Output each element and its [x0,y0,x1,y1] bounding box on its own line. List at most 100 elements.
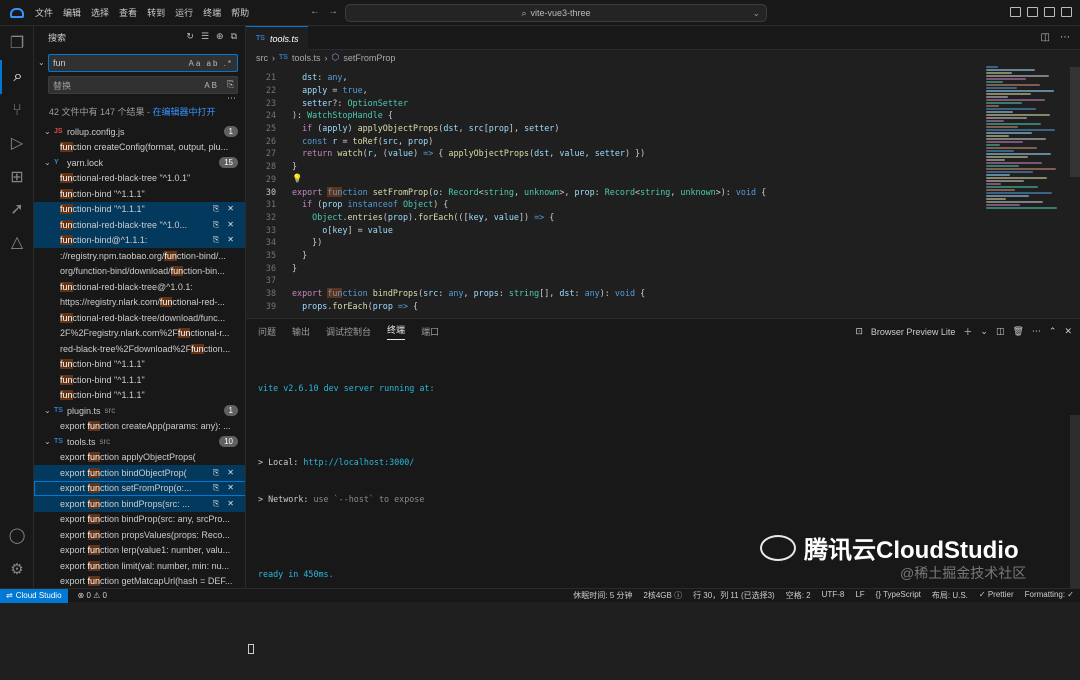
status-item[interactable]: 行 30，列 11 (已选择3) [693,590,775,601]
result-match[interactable]: export function applyObjectProps( [34,450,245,466]
kill-terminal-icon[interactable]: 🗑 [1012,326,1023,337]
chevron-down-icon[interactable]: ⌄ [44,437,54,446]
result-match[interactable]: export function getMatcapUrl(hash = DEF.… [34,574,245,589]
replace-icon[interactable]: ⎘ [213,220,219,230]
new-terminal-icon[interactable]: ＋ [963,325,972,338]
result-match[interactable]: function-bind "^1.1.1" ⎘ ✕ [34,201,245,217]
maximize-panel-icon[interactable]: ⌃ [1049,326,1057,337]
status-item[interactable]: 空格: 2 [786,590,811,601]
result-file[interactable]: ⌄ Yyarn.lock 15 [34,155,245,171]
replace-icon[interactable]: ⎘ [213,468,219,478]
split-editor-icon[interactable]: ◫ [1041,32,1050,43]
terminal-output[interactable]: vite v2.6.10 dev server running at: > Lo… [248,357,435,680]
close-panel-icon[interactable]: ✕ [1064,326,1072,337]
result-match[interactable]: function-bind "^1.1.1" [34,388,245,404]
replace-icon[interactable]: ⎘ [213,235,219,245]
result-file[interactable]: ⌄ TS tools.ts src 10 [34,434,245,450]
panel-scrollbar[interactable] [1070,415,1080,591]
result-match[interactable]: https://registry.nlark.com/functional-re… [34,295,245,311]
remote-indicator[interactable]: ⇌ Cloud Studio [0,588,68,603]
chevron-down-icon[interactable]: ⌄ [980,326,988,337]
result-match[interactable]: export function lerp(value1: number, val… [34,543,245,559]
split-terminal-icon[interactable]: ◫ [996,326,1005,337]
manage-icon[interactable]: ⚙ [0,560,34,578]
status-item[interactable]: ✓ Prettier [979,590,1014,601]
result-file[interactable]: ⌄ TS plugin.ts src 1 [34,403,245,419]
result-match[interactable]: export function bindProps(src: ... ⎘ ✕ [34,496,245,512]
result-match[interactable]: functional-red-black-tree@^1.0.1: [34,279,245,295]
status-item[interactable]: 2核4GB ⓘ [643,590,682,601]
dismiss-icon[interactable]: ✕ [227,204,234,214]
menu-item[interactable]: 文件 [30,6,58,19]
new-search-editor-icon[interactable]: ⊕ [216,31,224,42]
panel-tab[interactable]: 问题 [258,325,276,338]
account-icon[interactable]: ◯ [0,526,34,544]
result-match[interactable]: export function setFromProp(o:... ⎘ ✕ [34,480,245,496]
result-match[interactable]: export function bindProp(src: any, srcPr… [34,512,245,528]
result-match[interactable]: functional-red-black-tree "^1.0... ⎘ ✕ [34,217,245,233]
clear-results-icon[interactable]: ☰ [201,31,209,42]
status-item[interactable]: 休眠时间: 5 分钟 [573,590,632,601]
result-match[interactable]: function-bind "^1.1.1" [34,357,245,373]
dismiss-icon[interactable]: ✕ [227,483,234,493]
status-item[interactable]: LF [855,590,864,601]
result-match[interactable]: function createConfig(format, output, pl… [34,140,245,156]
breadcrumb-symbol[interactable]: setFromProp [343,53,395,63]
menu-item[interactable]: 帮助 [226,6,254,19]
search-options[interactable]: Aa ab .* [189,59,233,68]
result-match[interactable]: red-black-tree%2Fdownload%2Ffunction... [34,341,245,357]
refresh-icon[interactable]: ↻ [186,31,194,42]
tab-tools-ts[interactable]: TS tools.ts [246,26,309,50]
result-match[interactable]: export function createApp(params: any): … [34,419,245,435]
toggle-replace-icon[interactable]: ⌄ [38,58,45,67]
local-url-link[interactable]: http://localhost:3000/ [303,457,414,467]
terminal-name[interactable]: Browser Preview Lite [871,327,956,337]
chevron-down-icon[interactable]: ⌄ [752,8,760,19]
open-in-editor-link[interactable]: 在编辑器中打开 [153,107,216,117]
search-input[interactable]: fun Aa ab .* [48,54,238,72]
result-match[interactable]: functional-red-black-tree/download/func.… [34,310,245,326]
panel-tab[interactable]: 调试控制台 [326,325,371,338]
chevron-down-icon[interactable]: ⌄ [44,406,54,415]
result-match[interactable]: export function limit(val: number, min: … [34,558,245,574]
status-item[interactable]: UTF-8 [822,590,845,601]
result-match[interactable]: export function propsValues(props: Reco.… [34,527,245,543]
deploy-icon[interactable]: ➚ [0,192,34,226]
command-center[interactable]: ⌕ vite-vue3-three ⌄ [345,4,767,22]
dismiss-icon[interactable]: ✕ [227,220,234,230]
chevron-down-icon[interactable]: ⌄ [44,158,54,167]
result-match[interactable]: export function bindObjectProp(⎘ ✕ [34,465,245,481]
toggle-secondary-sidebar-icon[interactable] [1044,7,1055,17]
toggle-sidebar-icon[interactable] [1010,7,1021,17]
explorer-icon[interactable]: ❐ [0,26,34,60]
replace-icon[interactable]: ⎘ [213,499,219,509]
panel-tab[interactable]: 输出 [292,325,310,338]
replace-icon[interactable]: ⎘ [213,204,219,214]
dismiss-icon[interactable]: ✕ [227,468,234,478]
collapse-all-icon[interactable]: ⧉ [231,31,237,42]
run-debug-icon[interactable]: ▷ [0,126,34,160]
replace-all-icon[interactable]: ⎘ [227,79,234,90]
result-match[interactable]: ://registry.npm.taobao.org/function-bind… [34,248,245,264]
more-actions-icon[interactable]: ⋯ [1060,32,1070,43]
preserve-case-option[interactable]: AB [204,81,219,90]
menu-item[interactable]: 选择 [86,6,114,19]
toggle-panel-icon[interactable] [1027,7,1038,17]
result-match[interactable]: functional-red-black-tree "^1.0.1" [34,171,245,187]
panel-tab[interactable]: 终端 [387,323,406,340]
customize-layout-icon[interactable] [1061,7,1072,17]
replace-icon[interactable]: ⎘ [213,483,219,493]
dismiss-icon[interactable]: ✕ [227,235,234,245]
status-item[interactable]: {} TypeScript [876,590,921,601]
result-file[interactable]: ⌄ JS rollup.config.js 1 [34,124,245,140]
menu-item[interactable]: 查看 [114,6,142,19]
problems-indicator[interactable]: ⊗ 0 ⚠ 0 [78,591,107,600]
extensions-icon[interactable]: ⊞ [0,160,34,194]
result-match[interactable]: function-bind@^1.1.1: ⎘ ✕ [34,232,245,248]
dismiss-icon[interactable]: ✕ [227,499,234,509]
source-control-icon[interactable]: ⑂ [0,94,34,128]
result-match[interactable]: function-bind "^1.1.1" [34,186,245,202]
menu-item[interactable]: 终端 [198,6,226,19]
panel-tab[interactable]: 端口 [421,325,439,338]
breadcrumb-folder[interactable]: src [256,53,268,63]
